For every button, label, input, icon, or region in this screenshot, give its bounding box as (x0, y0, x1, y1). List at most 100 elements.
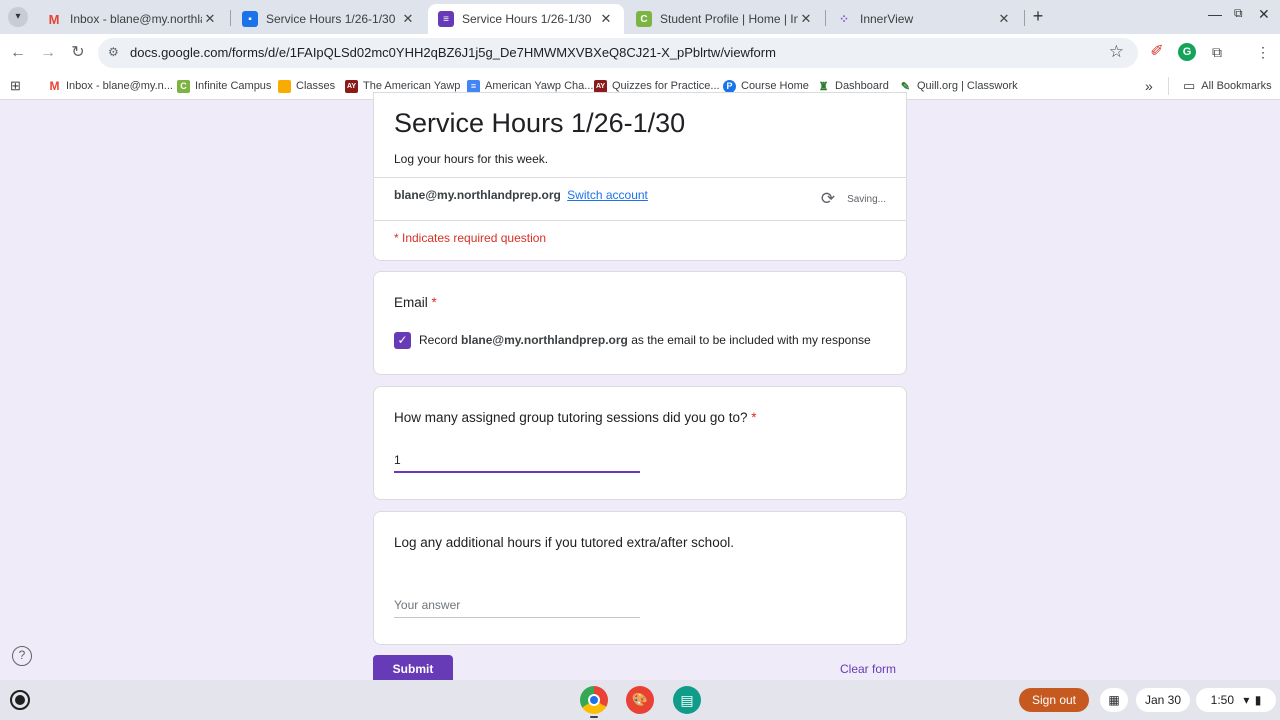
classroom-icon: ▪ (242, 11, 258, 27)
tab-title: InnerView (860, 12, 914, 26)
tab-innerview[interactable]: ⁘ InnerView ✕ (826, 4, 1022, 34)
close-icon[interactable]: ✕ (996, 11, 1012, 27)
sync-icon: ⟳ (820, 189, 836, 208)
saving-text: Saving... (847, 193, 886, 205)
email-question-label: Email * (394, 295, 437, 310)
sessions-question-card: How many assigned group tutoring session… (373, 386, 907, 500)
forms-icon: ≡ (438, 11, 454, 27)
sign-out-button[interactable]: Sign out (1019, 688, 1089, 712)
tab-gmail-inbox[interactable]: M Inbox - blane@my.northlandpre ✕ (36, 4, 228, 34)
status-area[interactable]: 1:50 ▾ ▮ (1196, 688, 1276, 712)
close-icon[interactable]: ✕ (202, 11, 218, 27)
clock-time: 1:50 (1210, 693, 1235, 707)
checkbox-suffix: as the email to be included with my resp… (631, 333, 871, 347)
canvas-paint-app-icon[interactable]: 🎨 (626, 686, 654, 714)
new-tab-button[interactable]: + (1028, 7, 1048, 27)
tab-title: Service Hours 1/26-1/30 (266, 12, 396, 26)
launcher-icon[interactable] (10, 690, 30, 710)
record-email-label: Record blane@my.northlandprep.org as the… (419, 333, 871, 347)
required-star: * (751, 410, 757, 425)
grammarly-icon[interactable]: G (1178, 43, 1196, 61)
question-text: Email (394, 295, 428, 310)
tab-divider (230, 10, 231, 26)
tab-forms-service-hours[interactable]: ≡ Service Hours 1/26-1/30 ✕ (428, 4, 624, 34)
help-icon[interactable]: ? (12, 646, 32, 666)
all-bookmarks-label: All Bookmarks (1201, 80, 1272, 92)
running-indicator (590, 716, 598, 718)
bookmark-label: American Yawp Cha... (485, 80, 594, 92)
innerview-icon: ⁘ (838, 12, 850, 26)
bookmark-infinite-campus[interactable]: C Infinite Campus (177, 77, 271, 95)
bookmark-label: Quizzes for Practice... (612, 80, 720, 92)
office-building-icon[interactable]: ▦ (1100, 688, 1128, 712)
url-path: /forms/d/e/1FAIpQLSd02mc0YHH2qBZ6J1j5g_D… (228, 45, 776, 60)
bookmark-gmail[interactable]: M Inbox - blane@my.n... (48, 77, 173, 95)
back-icon[interactable]: ← (8, 43, 28, 63)
bookmark-classes[interactable]: Classes (278, 77, 335, 95)
header-divider (374, 220, 906, 221)
tab-search-chevron-icon[interactable]: ▾ (8, 7, 28, 27)
form-title: Service Hours 1/26-1/30 (394, 108, 686, 138)
bookmark-label: Classes (296, 80, 336, 92)
site-info-icon[interactable]: ⚙ (108, 45, 119, 59)
bookmark-quill[interactable]: ✎ Quill.org | Classwork (899, 77, 1018, 95)
browser-menu-icon[interactable]: ⋮ (1254, 43, 1272, 61)
extensions-puzzle-icon[interactable]: ⧉ (1208, 43, 1226, 61)
required-note: * Indicates required question (394, 231, 547, 245)
close-window-icon[interactable]: ✕ (1258, 6, 1270, 23)
pen-extension-icon[interactable]: ✐ (1148, 43, 1166, 61)
additional-hours-input[interactable]: Your answer (394, 598, 640, 618)
url-text: docs.google.com/forms/d/e/1FAIpQLSd02mc0… (130, 45, 776, 60)
close-icon[interactable]: ✕ (598, 11, 614, 27)
account-row: blane@my.northlandprep.org Switch accoun… (394, 188, 648, 202)
bookmark-label: Dashboard (835, 80, 889, 92)
classroom-app-icon[interactable]: ▤ (673, 686, 701, 714)
account-email: blane@my.northlandprep.org (394, 188, 561, 202)
bookmarks-overflow-button[interactable]: » (1145, 77, 1153, 95)
question-text: How many assigned group tutoring session… (394, 410, 748, 425)
os-shelf: 🎨 ▤ Sign out ▦ Jan 30 1:50 ▾ ▮ (0, 680, 1280, 720)
docs-icon: ≡ (467, 79, 480, 93)
date-display[interactable]: Jan 30 (1136, 688, 1190, 712)
close-icon[interactable]: ✕ (400, 11, 416, 27)
bookmark-label: Quill.org | Classwork (917, 80, 1018, 92)
close-icon[interactable]: ✕ (798, 11, 814, 27)
restore-icon[interactable]: ⧉ (1234, 6, 1243, 21)
apps-grid-icon[interactable]: ⊞ (10, 77, 21, 95)
tab-title: Service Hours 1/26-1/30 (462, 12, 592, 26)
address-bar[interactable]: ⚙ docs.google.com/forms/d/e/1FAIpQLSd02m… (98, 38, 1138, 68)
tab-title: Inbox - blane@my.northlandpre (70, 12, 202, 26)
battery-icon: ▮ (1254, 693, 1262, 707)
minimize-icon[interactable]: — (1208, 6, 1222, 22)
reload-icon[interactable]: ↻ (68, 43, 88, 63)
record-email-checkbox[interactable]: ✓ (394, 332, 411, 349)
wifi-icon: ▾ (1243, 693, 1250, 707)
checkbox-prefix: Record (419, 333, 458, 347)
gmail-icon: M (49, 79, 60, 93)
all-bookmarks-button[interactable]: ▭ All Bookmarks (1168, 77, 1272, 95)
course-home-icon: P (723, 79, 736, 93)
tab-classroom-service-hours[interactable]: ▪ Service Hours 1/26-1/30 ✕ (232, 4, 426, 34)
tab-divider (1024, 10, 1025, 26)
form-description: Log your hours for this week. (394, 152, 549, 166)
yawp-icon: AY (345, 79, 358, 93)
additional-hours-question-label: Log any additional hours if you tutored … (394, 535, 734, 550)
required-star: * (431, 295, 437, 310)
saving-status: ⟳ Saving... (821, 189, 886, 209)
sessions-answer-input[interactable]: 1 (394, 453, 640, 473)
email-question-card: Email * ✓ Record blane@my.northlandprep.… (373, 271, 907, 375)
tab-title: Student Profile | Home | Infinite (660, 12, 798, 26)
bookmark-label: Infinite Campus (195, 80, 272, 92)
header-divider (374, 177, 906, 178)
quill-icon: ✎ (900, 80, 911, 93)
additional-hours-question-card: Log any additional hours if you tutored … (373, 511, 907, 645)
bookmark-star-icon[interactable]: ☆ (1109, 42, 1124, 62)
switch-account-link[interactable]: Switch account (567, 188, 648, 202)
bookmark-label: The American Yawp (363, 80, 461, 92)
forward-icon[interactable]: → (38, 43, 58, 63)
tab-infinite-campus[interactable]: C Student Profile | Home | Infinite ✕ (626, 4, 824, 34)
chrome-app-icon[interactable] (580, 686, 608, 714)
clear-form-button[interactable]: Clear form (840, 662, 896, 676)
classroom-icon (278, 79, 291, 93)
yawp-icon: AY (594, 79, 607, 93)
